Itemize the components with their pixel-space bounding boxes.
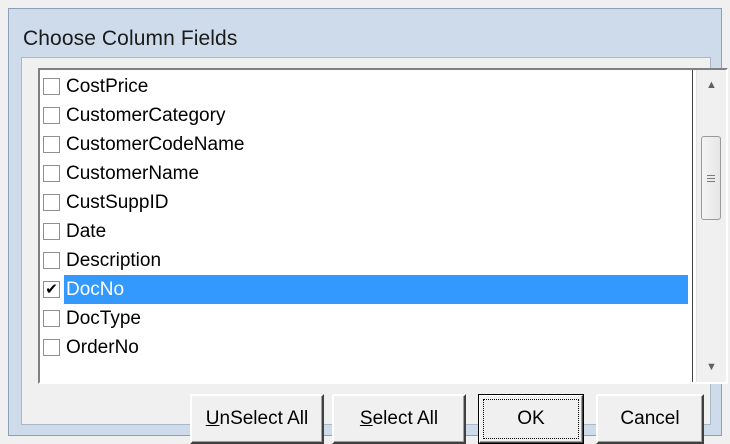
list-item-label: CustomerCategory — [66, 105, 226, 126]
cancel-button[interactable]: Cancel — [596, 394, 704, 444]
scroll-up-icon: ▲ — [706, 79, 717, 91]
grip-icon — [707, 174, 715, 182]
checkbox[interactable] — [43, 252, 60, 269]
list-item[interactable]: Date — [42, 217, 688, 246]
list-item[interactable]: CustomerName — [42, 159, 688, 188]
list-item-label: CustSuppID — [66, 192, 169, 213]
check-icon: ✔ — [45, 281, 58, 298]
list-item[interactable]: Description — [42, 246, 688, 275]
list-item[interactable]: OrderNo — [42, 333, 688, 362]
list-item-label: OrderNo — [66, 337, 139, 358]
column-fields-listbox[interactable]: CostPrice CustomerCategory CustomerCodeN… — [38, 68, 728, 384]
list-item-label: Description — [66, 250, 162, 271]
scroll-down-button[interactable]: ▼ — [697, 352, 726, 382]
list-item-label: DocType — [66, 308, 141, 329]
checkbox[interactable] — [43, 194, 60, 211]
checkbox-checked[interactable]: ✔ — [43, 281, 60, 298]
checkbox[interactable] — [43, 107, 60, 124]
checkbox[interactable] — [43, 165, 60, 182]
list-item[interactable]: DocType — [42, 304, 688, 333]
unselect-all-label: nSelect All — [219, 408, 309, 429]
list-item[interactable]: CostPrice — [42, 72, 688, 101]
scroll-down-icon: ▼ — [706, 361, 717, 373]
checkbox[interactable] — [43, 78, 60, 95]
select-all-label: elect All — [372, 408, 439, 429]
scrollbar-thumb[interactable] — [701, 136, 721, 220]
list-item-label: CustomerCodeName — [66, 134, 245, 155]
list-item-label: DocNo — [64, 275, 688, 304]
checkbox[interactable] — [43, 223, 60, 240]
checkbox[interactable] — [43, 310, 60, 327]
cancel-label: Cancel — [620, 408, 680, 429]
focus-rectangle — [483, 399, 579, 439]
choose-column-fields-dialog: Choose Column Fields CostPrice CustomerC… — [8, 8, 728, 444]
list-item-selected[interactable]: ✔ DocNo — [42, 275, 688, 304]
unselect-all-button[interactable]: UnSelect All — [190, 394, 324, 444]
scroll-up-button[interactable]: ▲ — [697, 70, 726, 100]
list-item-label: Date — [66, 221, 107, 242]
vertical-scrollbar[interactable]: ▲ ▼ — [696, 70, 726, 382]
listbox-items-area: CostPrice CustomerCategory CustomerCodeN… — [40, 70, 693, 382]
ok-button[interactable]: OK — [478, 394, 584, 444]
unselect-all-mnemonic: U — [205, 408, 220, 429]
dialog-title: Choose Column Fields — [23, 27, 238, 50]
checkbox[interactable] — [43, 136, 60, 153]
dialog-client-area: CostPrice CustomerCategory CustomerCodeN… — [21, 57, 728, 444]
list-item[interactable]: CustomerCodeName — [42, 130, 688, 159]
list-item[interactable]: CustSuppID — [42, 188, 688, 217]
checkbox[interactable] — [43, 339, 60, 356]
select-all-mnemonic: S — [359, 408, 373, 429]
select-all-button[interactable]: Select All — [332, 394, 466, 444]
list-item[interactable]: CustomerCategory — [42, 101, 688, 130]
list-item-label: CustomerName — [66, 163, 200, 184]
list-item-label: CostPrice — [66, 76, 149, 97]
